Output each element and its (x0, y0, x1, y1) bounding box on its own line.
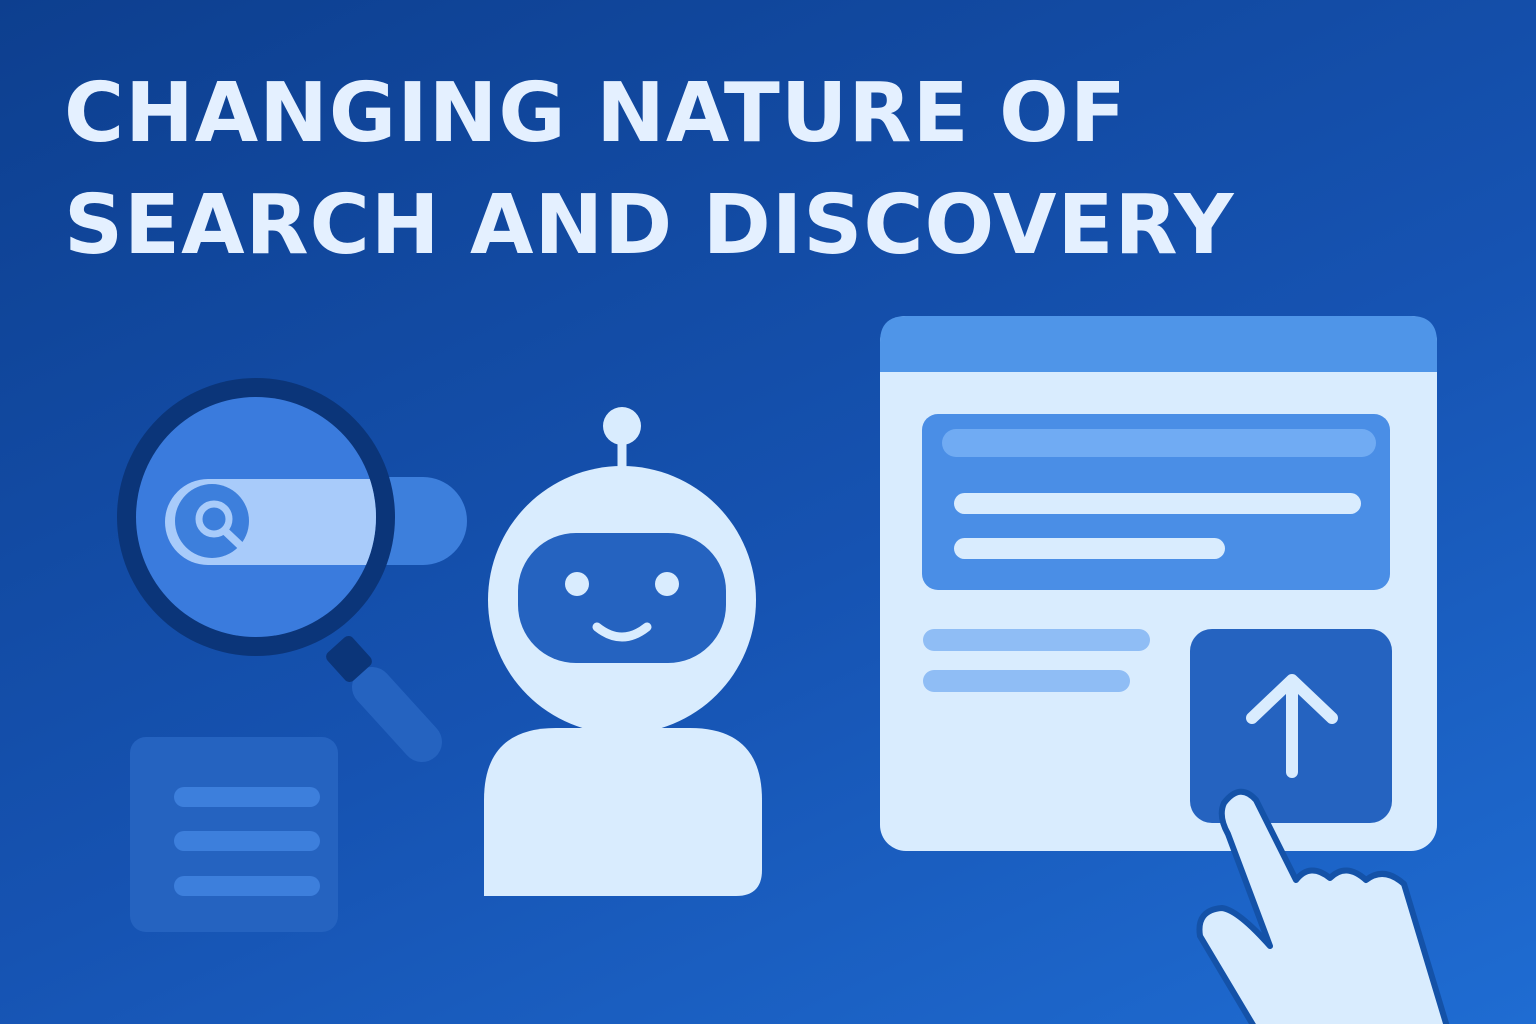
robot-icon (484, 407, 762, 896)
illustration-graphics (117, 316, 1450, 1024)
document-icon (130, 737, 338, 932)
hero-illustration: CHANGING NATURE OF SEARCH AND DISCOVERY (0, 0, 1536, 1024)
upload-button (1190, 629, 1392, 823)
